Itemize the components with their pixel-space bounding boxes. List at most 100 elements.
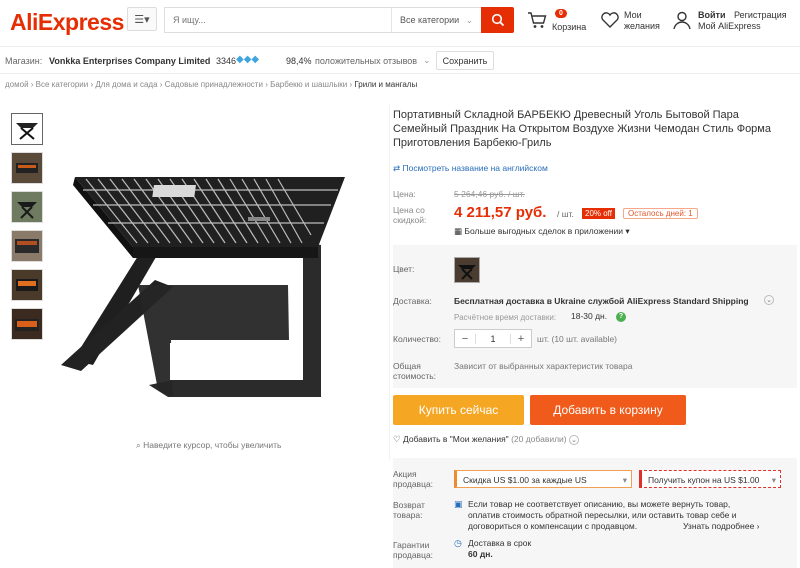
breadcrumb-item[interactable]: Садовые принадлежности	[165, 80, 263, 89]
thumbnail[interactable]	[11, 152, 43, 184]
breadcrumb-item[interactable]: Для дома и сада	[95, 80, 157, 89]
shipping-label: Доставка:	[393, 296, 432, 306]
get-coupon-button[interactable]: Получить купон на US $1.00 ▾	[639, 470, 781, 488]
add-to-wishlist-link[interactable]: ♡ Добавить в "Мои желания" (20 добавили)…	[393, 434, 579, 445]
return-label-1: Возврат	[393, 500, 425, 510]
store-bar: Магазин: Vonkka Enterprises Company Limi…	[0, 46, 800, 74]
breadcrumb-item[interactable]: Барбекю и шашлыки	[270, 80, 347, 89]
app-deals-text: Больше выгодных сделок в приложении	[464, 226, 624, 236]
return-text-3: договориться о компенсации с продавцом.	[468, 521, 638, 531]
thumbnail[interactable]	[11, 308, 43, 340]
total-text: Зависит от выбранных характеристик товар…	[454, 361, 633, 371]
app-deals-link[interactable]: ▦ Больше выгодных сделок в приложении ▾	[454, 226, 630, 237]
translate-link[interactable]: ⇄ Посмотреть название на английском	[393, 163, 548, 174]
chevron-down-icon: ⌄	[423, 55, 431, 65]
promo-label-1: Акция	[393, 469, 417, 479]
thumbnail[interactable]	[11, 269, 43, 301]
cart-link[interactable]: 0 Корзина	[527, 8, 592, 36]
account-area: Войти Регистрация Мой AliExpress	[672, 8, 798, 36]
zoom-hint-text: Наведите курсор, чтобы увеличить	[143, 440, 282, 450]
thumbnail[interactable]	[11, 191, 43, 223]
buy-now-label: Купить сейчас	[418, 403, 499, 417]
search-icon: ⌕	[136, 440, 141, 450]
guarantee-label-1: Гарантии	[393, 540, 430, 550]
save-store-label: Сохранить	[442, 56, 488, 66]
quantity-minus-button[interactable]: −	[455, 333, 475, 345]
get-coupon-text: Получить купон на US $1.00	[648, 475, 760, 485]
user-icon	[673, 11, 691, 30]
cart-icon	[528, 12, 547, 28]
store-label: Магазин:	[5, 56, 43, 66]
guarantee-label-2: продавца:	[393, 550, 434, 560]
save-store-button[interactable]: Сохранить	[436, 51, 494, 70]
my-aliexpress-link[interactable]: Мой AliExpress	[698, 21, 761, 31]
wishlist-link[interactable]: Мои желания	[600, 8, 665, 36]
cart-count-badge: 0	[555, 9, 567, 18]
quantity-input[interactable]: 1	[475, 333, 511, 344]
return-text-2: оплатив стоимость обратной пересылки, ил…	[468, 510, 737, 520]
seller-discount-coupon[interactable]: Скидка US $1.00 за каждые US ▾	[454, 470, 632, 488]
wishlist-label-line1: Мои	[624, 10, 642, 20]
aliexpress-logo[interactable]: AliExpress	[10, 9, 124, 36]
translate-link-text: Посмотреть название на английском	[402, 163, 548, 173]
color-swatch[interactable]	[454, 257, 480, 283]
promo-label-2: продавца:	[393, 479, 434, 489]
grill-thumbnail-image	[12, 231, 42, 261]
search-category-label: Все категории	[400, 15, 460, 25]
price-label: Цена:	[393, 189, 416, 199]
add-to-cart-button[interactable]: Добавить в корзину	[530, 395, 686, 425]
thumbnail[interactable]	[11, 230, 43, 262]
search-button[interactable]	[481, 7, 514, 33]
shipping-text[interactable]: Бесплатная доставка в Ukraine службой Al…	[454, 296, 749, 307]
search-bar: Все категории ⌄	[164, 7, 482, 33]
chevron-right-icon: ›	[754, 521, 760, 531]
register-link[interactable]: Регистрация	[734, 10, 787, 20]
discount-badge: 20% off	[582, 208, 615, 219]
diamond-rating-icon: ◆◆◆	[236, 54, 260, 65]
quantity-plus-button[interactable]: +	[511, 333, 531, 345]
discount-price-label-1: Цена со	[393, 205, 425, 215]
chevron-down-icon: ⌄	[569, 435, 579, 445]
chevron-down-icon: ▾	[622, 475, 627, 485]
old-price: 5 264,46 руб. / шт.	[454, 189, 525, 199]
add-to-cart-label: Добавить в корзину	[553, 403, 663, 417]
seller-discount-text: Скидка US $1.00 за каждые US	[463, 475, 587, 485]
feedback-label[interactable]: положительных отзывов	[315, 56, 417, 66]
days-left-badge: Осталось дней: 1	[623, 208, 698, 219]
total-label-1: Общая	[393, 361, 421, 371]
help-icon[interactable]: ?	[616, 312, 626, 322]
buy-now-button[interactable]: Купить сейчас	[393, 395, 524, 425]
grill-thumbnail-image	[12, 309, 42, 339]
main-product-image[interactable]	[53, 135, 383, 435]
chevron-down-icon[interactable]: ⌄	[764, 295, 774, 305]
return-text-1: Если товар не соответствует описанию, вы…	[468, 499, 731, 509]
login-link[interactable]: Войти	[698, 10, 725, 20]
store-name-link[interactable]: Vonkka Enterprises Company Limited	[49, 56, 210, 66]
return-more-link[interactable]: Узнать подробнее ›	[683, 521, 760, 531]
category-menu-button[interactable]: ☰▾	[127, 7, 157, 31]
breadcrumb-item[interactable]: Все категории	[36, 80, 89, 89]
grill-thumbnail-image	[12, 153, 42, 183]
search-icon	[491, 13, 504, 27]
breadcrumb-item[interactable]: домой	[5, 80, 29, 89]
return-more-text: Узнать подробнее	[683, 521, 755, 531]
cart-label: Корзина	[552, 22, 587, 32]
total-label-2: стоимость:	[393, 371, 437, 381]
delivery-time-label: Расчётное время доставки:	[454, 313, 557, 322]
menu-icon: ☰▾	[134, 13, 150, 26]
search-input[interactable]	[165, 8, 385, 32]
quantity-label: Количество:	[393, 334, 442, 344]
search-category-select[interactable]: Все категории ⌄	[391, 8, 483, 32]
price-unit: / шт.	[557, 209, 574, 219]
breadcrumb: домой › Все категории › Для дома и сада …	[5, 80, 418, 89]
delivery-time: 18-30 дн.	[571, 311, 608, 321]
color-label: Цвет:	[393, 264, 415, 274]
guarantee-text: Доставка в срок	[468, 538, 532, 548]
store-score: 3346	[216, 56, 237, 66]
wishlist-link-text: Добавить в "Мои желания"	[402, 434, 509, 444]
grill-thumbnail-image	[12, 114, 42, 144]
thumbnail[interactable]	[11, 113, 43, 145]
return-label-2: товара:	[393, 510, 423, 520]
return-icon: ▣	[454, 499, 463, 509]
quantity-stepper: − 1 +	[454, 329, 532, 348]
